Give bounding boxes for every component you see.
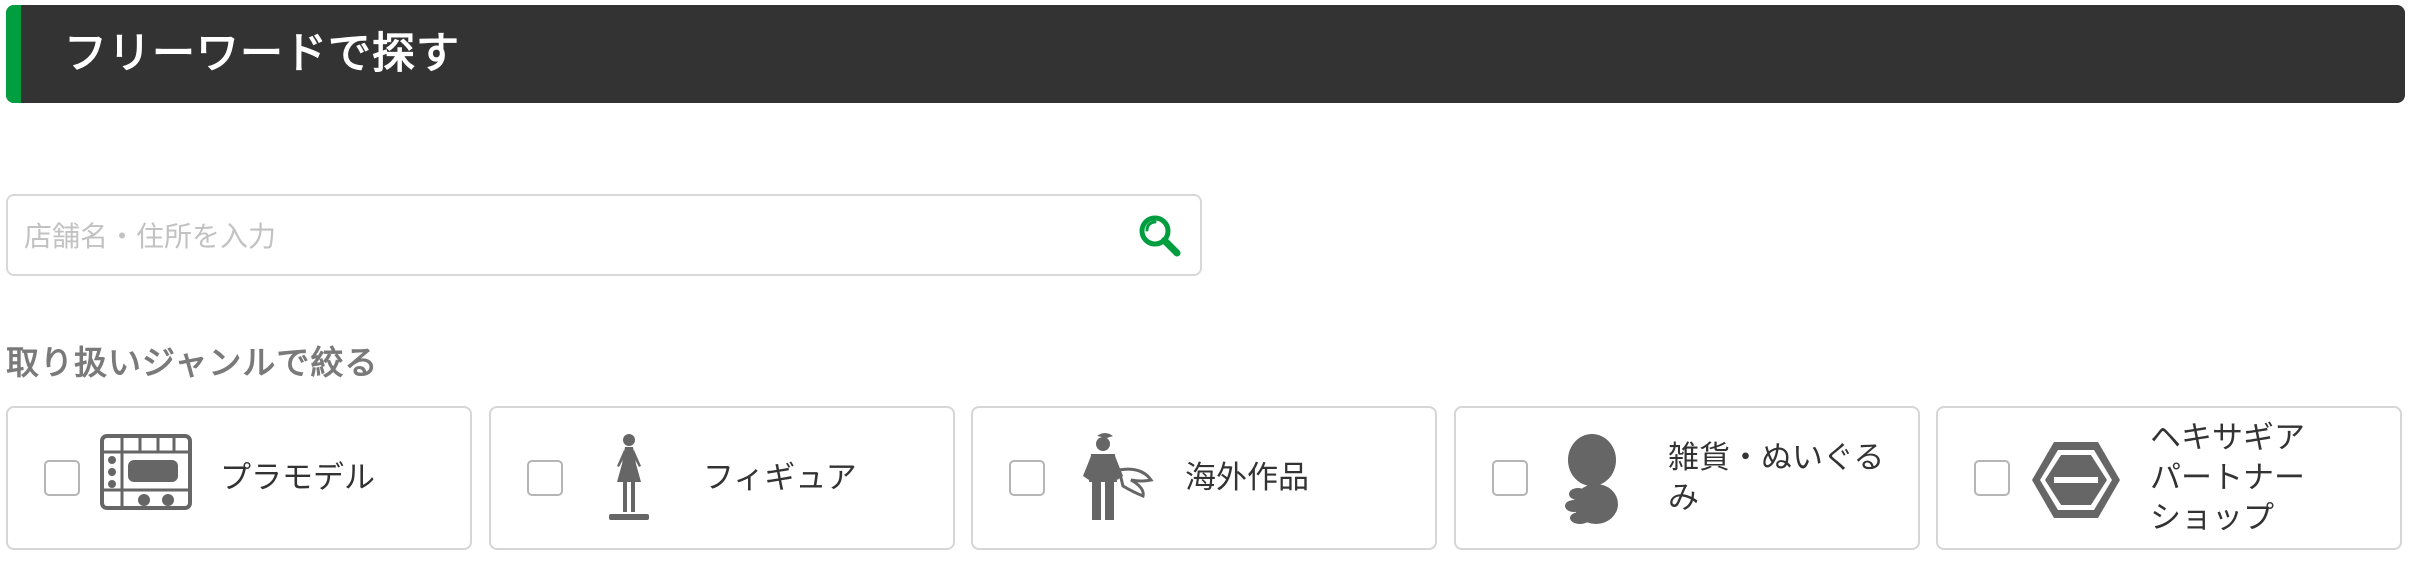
plastic-model-runner-icon: [96, 430, 196, 530]
figure-icon: [579, 430, 679, 530]
genre-option-goods-plush[interactable]: 雑貨・ぬいぐる み: [1454, 406, 1920, 550]
header-accent-bar: [6, 5, 21, 103]
genre-checkbox[interactable]: [527, 460, 563, 496]
search-input[interactable]: [22, 196, 1116, 276]
genre-label: 雑貨・ぬいぐる み: [1668, 440, 1885, 516]
genre-label: ヘキサギア パートナー ショップ: [2150, 420, 2305, 536]
genre-checkbox[interactable]: [1974, 460, 2010, 496]
overseas-hero-icon: [1061, 430, 1161, 530]
genre-checkbox[interactable]: [1009, 460, 1045, 496]
genre-checkbox[interactable]: [44, 460, 80, 496]
freeword-search-section: フリーワードで探す 取り扱いジャンルで絞る: [0, 0, 2413, 569]
plush-doll-icon: [1544, 430, 1644, 530]
genre-option-overseas-works[interactable]: 海外作品: [971, 406, 1437, 550]
section-header: フリーワードで探す: [6, 5, 2405, 103]
genre-option-plastic-model[interactable]: プラモデル: [6, 406, 472, 550]
genre-option-hexagear-partner-shop[interactable]: ヘキサギア パートナー ショップ: [1936, 406, 2402, 550]
genre-label: 海外作品: [1185, 460, 1309, 496]
hexagear-icon: [2026, 430, 2126, 530]
genre-checkbox[interactable]: [1492, 460, 1528, 496]
search-box: [6, 194, 1202, 276]
genre-option-figure[interactable]: フィギュア: [489, 406, 955, 550]
search-icon[interactable]: [1138, 214, 1182, 258]
genre-label: プラモデル: [220, 460, 375, 496]
genre-label: フィギュア: [703, 460, 857, 496]
section-title: フリーワードで探す: [64, 29, 460, 79]
genre-filter-heading: 取り扱いジャンルで絞る: [6, 343, 379, 382]
